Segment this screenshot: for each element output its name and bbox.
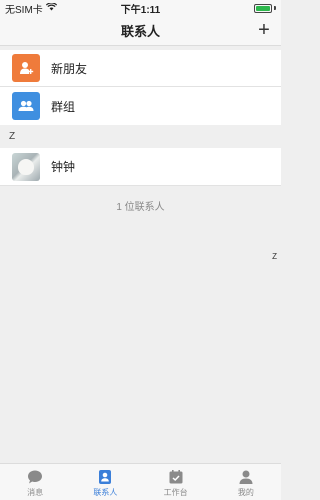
person-icon <box>238 469 254 485</box>
navigation-bar: 联系人 + <box>0 16 281 46</box>
status-time: 下午1:11 <box>120 4 161 16</box>
new-friend-icon <box>12 54 40 82</box>
group-icon <box>12 92 40 120</box>
section-header-z: Z <box>0 127 281 147</box>
index-letter-z[interactable]: Z <box>272 252 277 261</box>
tab-me[interactable]: 我的 <box>211 464 281 500</box>
tab-bar: 消息 联系人 工作台 我的 <box>0 463 281 500</box>
new-friends-label: 新朋友 <box>51 61 88 76</box>
contact-row[interactable]: 钟钟 <box>0 148 281 186</box>
cat-photo-avatar <box>12 152 40 181</box>
tab-messages[interactable]: 消息 <box>0 464 70 500</box>
tab-workbench[interactable]: 工作台 <box>141 464 211 500</box>
new-friends-row[interactable]: 新朋友 <box>0 50 281 87</box>
chat-icon <box>27 469 43 485</box>
add-contact-button[interactable]: + <box>255 20 273 40</box>
tab-contacts[interactable]: 联系人 <box>70 464 140 500</box>
tab-label-workbench: 工作台 <box>163 488 188 497</box>
contact-name: 钟钟 <box>51 160 76 174</box>
groups-label: 群组 <box>51 99 76 114</box>
contacts-icon <box>97 469 113 485</box>
tab-label-messages: 消息 <box>27 488 44 497</box>
tab-label-me: 我的 <box>237 488 254 497</box>
tab-label-contacts: 联系人 <box>93 488 118 497</box>
contact-count: 1 位联系人 <box>116 202 165 213</box>
groups-row[interactable]: 群组 <box>0 87 281 125</box>
page-title: 联系人 <box>120 24 160 39</box>
calendar-icon <box>168 469 184 485</box>
status-bar: 无SIM卡 下午1:11 <box>0 0 281 16</box>
